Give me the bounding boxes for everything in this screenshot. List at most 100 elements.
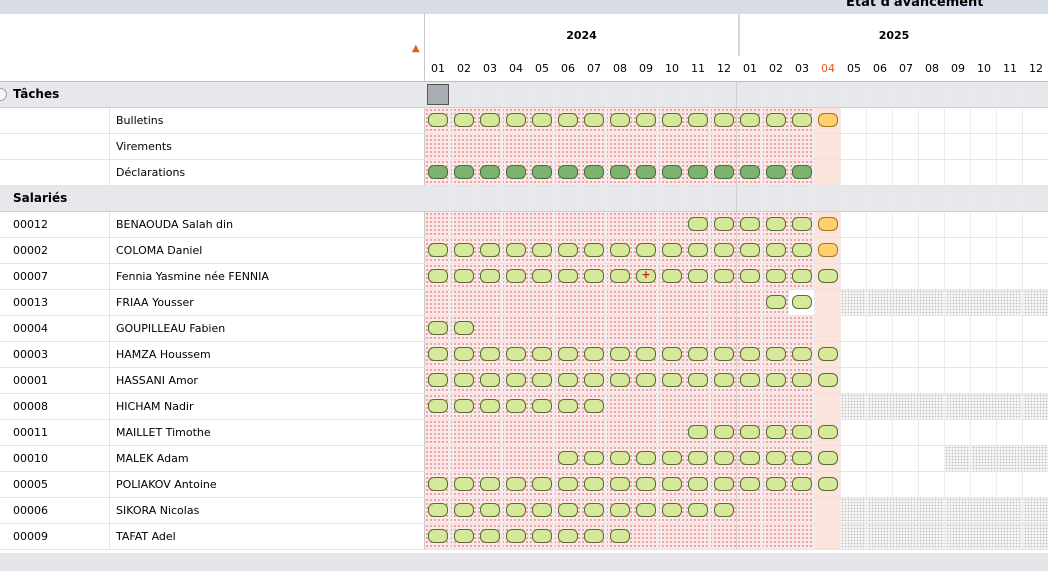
- month-status-pill[interactable]: [532, 243, 552, 257]
- month-status-pill[interactable]: [584, 243, 604, 257]
- month-status-pill[interactable]: [584, 113, 604, 127]
- month-status-pill[interactable]: [792, 347, 812, 361]
- section-row[interactable]: Salariés: [0, 186, 1048, 212]
- month-status-pill[interactable]: [714, 373, 734, 387]
- month-status-pill[interactable]: [740, 217, 760, 231]
- employee-row[interactable]: 00012 BENAOUDA Salah din: [0, 212, 1048, 238]
- month-status-pill[interactable]: [506, 165, 526, 179]
- current-month-status[interactable]: [818, 217, 838, 231]
- month-status-pill[interactable]: [558, 347, 578, 361]
- month-status-pill[interactable]: [818, 425, 838, 439]
- month-status-pill[interactable]: [688, 477, 708, 491]
- month-status-pill[interactable]: [610, 477, 630, 491]
- month-status-pill[interactable]: [532, 373, 552, 387]
- employee-row[interactable]: 00008 HICHAM Nadir: [0, 394, 1048, 420]
- employee-row[interactable]: 00004 GOUPILLEAU Fabien: [0, 316, 1048, 342]
- month-status-pill[interactable]: [506, 269, 526, 283]
- employee-row[interactable]: 00006 SIKORA Nicolas: [0, 498, 1048, 524]
- month-status-pill[interactable]: [610, 243, 630, 257]
- month-status-pill[interactable]: [480, 243, 500, 257]
- month-status-pill[interactable]: [818, 347, 838, 361]
- task-row[interactable]: Bulletins: [0, 108, 1048, 134]
- current-month-status[interactable]: [818, 243, 838, 257]
- month-status-pill[interactable]: [428, 243, 448, 257]
- month-status-pill[interactable]: [506, 373, 526, 387]
- month-status-pill[interactable]: [688, 217, 708, 231]
- month-status-pill[interactable]: [454, 113, 474, 127]
- employee-row[interactable]: 00001 HASSANI Amor: [0, 368, 1048, 394]
- month-status-pill[interactable]: [480, 399, 500, 413]
- month-status-pill[interactable]: [532, 165, 552, 179]
- month-status-pill[interactable]: [610, 113, 630, 127]
- month-status-pill[interactable]: [584, 477, 604, 491]
- month-status-pill[interactable]: [766, 425, 786, 439]
- month-status-pill[interactable]: [766, 217, 786, 231]
- month-status-pill[interactable]: [428, 477, 448, 491]
- month-status-pill[interactable]: [532, 113, 552, 127]
- month-status-pill[interactable]: [480, 477, 500, 491]
- month-status-pill[interactable]: [688, 425, 708, 439]
- month-status-pill[interactable]: [740, 477, 760, 491]
- month-status-pill[interactable]: [766, 113, 786, 127]
- month-status-pill[interactable]: [610, 347, 630, 361]
- employee-row[interactable]: 00013 FRIAA Yousser: [0, 290, 1048, 316]
- month-status-pill[interactable]: [714, 451, 734, 465]
- month-status-pill[interactable]: [428, 113, 448, 127]
- employee-row[interactable]: 00002 COLOMA Daniel: [0, 238, 1048, 264]
- month-status-pill[interactable]: [584, 399, 604, 413]
- month-status-pill[interactable]: +: [636, 268, 656, 283]
- month-status-pill[interactable]: [636, 347, 656, 361]
- month-status-pill[interactable]: [428, 269, 448, 283]
- month-status-pill[interactable]: [558, 269, 578, 283]
- month-status-pill[interactable]: [636, 503, 656, 517]
- month-status-pill[interactable]: [688, 113, 708, 127]
- month-status-pill[interactable]: [558, 399, 578, 413]
- current-month-status[interactable]: [818, 113, 838, 127]
- month-status-pill[interactable]: [740, 269, 760, 283]
- month-status-pill[interactable]: [610, 503, 630, 517]
- month-status-pill[interactable]: [662, 243, 682, 257]
- month-status-pill[interactable]: [584, 269, 604, 283]
- month-status-pill[interactable]: [454, 477, 474, 491]
- month-status-pill[interactable]: [428, 503, 448, 517]
- month-status-pill[interactable]: [662, 451, 682, 465]
- month-status-pill[interactable]: [636, 373, 656, 387]
- month-status-pill[interactable]: [454, 503, 474, 517]
- month-status-pill[interactable]: [740, 113, 760, 127]
- month-status-pill[interactable]: [584, 529, 604, 543]
- month-status-pill[interactable]: [454, 529, 474, 543]
- month-status-pill[interactable]: [766, 373, 786, 387]
- month-status-pill[interactable]: [610, 165, 630, 179]
- month-status-pill[interactable]: [584, 451, 604, 465]
- month-status-pill[interactable]: [558, 477, 578, 491]
- month-status-pill[interactable]: [714, 503, 734, 517]
- month-status-pill[interactable]: [740, 347, 760, 361]
- month-status-pill[interactable]: [532, 503, 552, 517]
- section-row[interactable]: Tâches: [0, 82, 1048, 108]
- month-status-pill[interactable]: [454, 269, 474, 283]
- month-status-pill[interactable]: [714, 425, 734, 439]
- month-status-pill[interactable]: [506, 243, 526, 257]
- month-status-pill[interactable]: [584, 503, 604, 517]
- month-status-pill[interactable]: [792, 165, 812, 179]
- month-status-pill[interactable]: [636, 477, 656, 491]
- month-status-pill[interactable]: [740, 451, 760, 465]
- month-status-pill[interactable]: [428, 529, 448, 543]
- month-status-pill[interactable]: [428, 373, 448, 387]
- month-status-pill[interactable]: [688, 165, 708, 179]
- month-status-pill[interactable]: [688, 451, 708, 465]
- month-status-pill[interactable]: [558, 113, 578, 127]
- month-status-pill[interactable]: [688, 243, 708, 257]
- month-status-pill[interactable]: [740, 243, 760, 257]
- month-status-pill[interactable]: [714, 347, 734, 361]
- month-status-pill[interactable]: [610, 373, 630, 387]
- month-status-pill[interactable]: [480, 347, 500, 361]
- task-row[interactable]: Déclarations: [0, 160, 1048, 186]
- month-status-pill[interactable]: [792, 425, 812, 439]
- month-status-pill[interactable]: [428, 347, 448, 361]
- month-status-pill[interactable]: [636, 243, 656, 257]
- month-status-pill[interactable]: [480, 269, 500, 283]
- month-status-pill[interactable]: [766, 269, 786, 283]
- month-status-pill[interactable]: [506, 347, 526, 361]
- month-status-pill[interactable]: [454, 347, 474, 361]
